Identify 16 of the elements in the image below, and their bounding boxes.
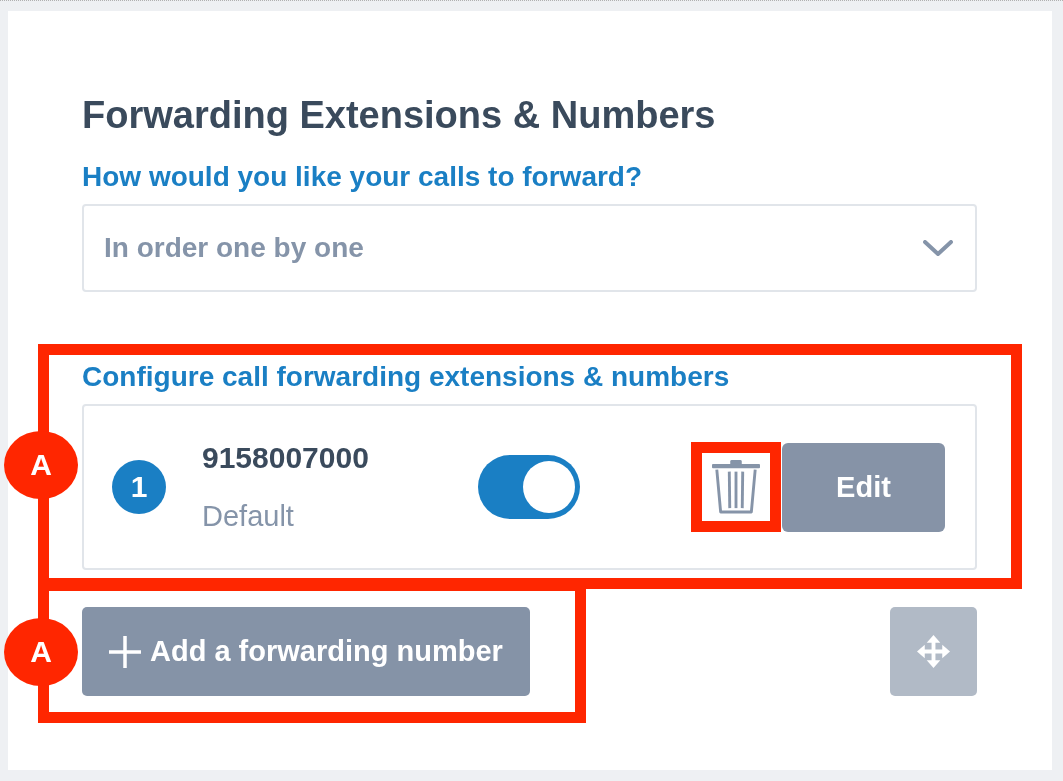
callout-marker: A: [4, 431, 78, 499]
add-number-button[interactable]: Add a forwarding number: [82, 607, 530, 696]
entry-note: Default: [202, 499, 295, 534]
callout-marker: A: [4, 617, 78, 686]
trash-icon: [712, 460, 760, 514]
move-button[interactable]: [890, 607, 977, 696]
phone-number: 9158007000: [202, 440, 370, 476]
plus-icon: [109, 635, 141, 668]
chevron-icon: [923, 239, 953, 257]
section-label: Configure call forwarding extensions & numbers: [82, 360, 731, 394]
field-label: How would you like your calls to forward?: [82, 160, 644, 194]
page-title: Forwarding Extensions & Numbers: [82, 93, 717, 138]
edit-button[interactable]: Edit: [782, 442, 945, 532]
forward-mode-dropdown[interactable]: In order one by one: [82, 204, 977, 292]
move-icon: [917, 635, 950, 668]
order-badge: 1: [112, 460, 166, 514]
